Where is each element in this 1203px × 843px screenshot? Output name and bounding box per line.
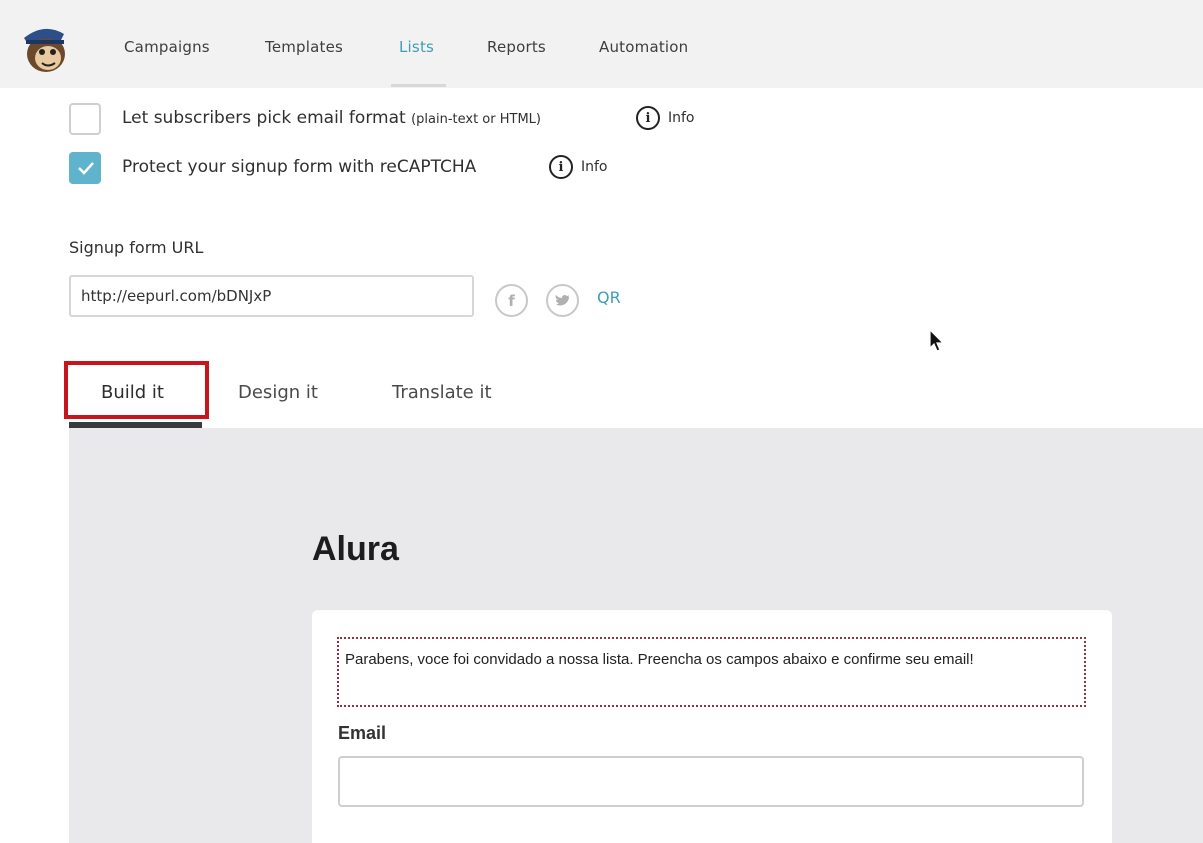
nav-campaigns[interactable]: Campaigns <box>124 38 210 56</box>
recaptcha-label: Protect your signup form with reCAPTCHA <box>122 157 477 177</box>
email-format-label: Let subscribers pick email format (plain… <box>122 108 541 128</box>
email-field-label[interactable]: Email <box>338 723 386 744</box>
email-field[interactable] <box>338 756 1084 807</box>
tab-highlight-box <box>64 361 209 419</box>
tab-translate-it[interactable]: Translate it <box>392 382 492 403</box>
info-icon: i <box>549 155 573 179</box>
signup-url-label: Signup form URL <box>69 238 204 257</box>
nav-templates[interactable]: Templates <box>265 38 343 56</box>
top-navigation: Campaigns Templates Lists Reports Automa… <box>0 0 1203 88</box>
nav-active-indicator <box>391 84 446 87</box>
recaptcha-info[interactable]: i Info <box>549 155 608 179</box>
nav-automation[interactable]: Automation <box>599 38 688 56</box>
form-title[interactable]: Alura <box>312 530 399 569</box>
recaptcha-checkbox[interactable] <box>69 152 101 184</box>
tab-design-it[interactable]: Design it <box>238 382 318 403</box>
info-label: Info <box>581 159 608 175</box>
info-label: Info <box>668 110 695 126</box>
email-format-hint: (plain-text or HTML) <box>411 112 541 127</box>
twitter-icon[interactable] <box>546 284 579 317</box>
mouse-cursor-icon <box>929 328 945 352</box>
qr-link[interactable]: QR <box>597 288 621 307</box>
email-format-checkbox[interactable] <box>69 103 101 135</box>
facebook-icon[interactable]: f <box>495 284 528 317</box>
nav-lists[interactable]: Lists <box>399 38 434 56</box>
email-format-info[interactable]: i Info <box>636 106 695 130</box>
nav-reports[interactable]: Reports <box>487 38 546 56</box>
signup-url-input[interactable] <box>69 275 474 317</box>
info-icon: i <box>636 106 660 130</box>
form-message[interactable]: Parabens, voce foi convidado a nossa lis… <box>337 637 1086 707</box>
mailchimp-logo-icon[interactable] <box>18 20 72 76</box>
checkmark-icon <box>78 162 94 175</box>
